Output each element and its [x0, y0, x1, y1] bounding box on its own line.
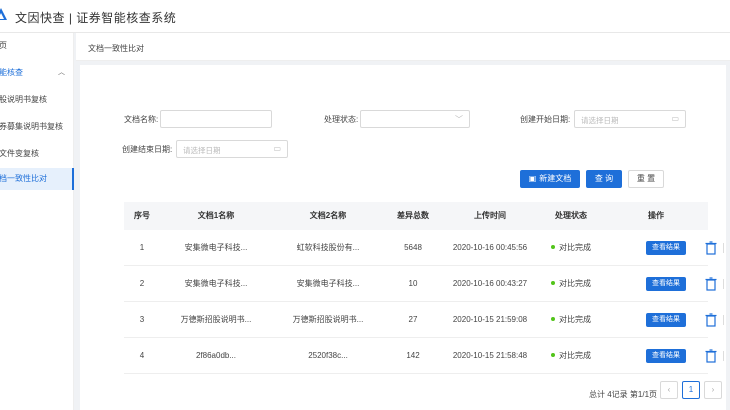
cell-diff: 142: [406, 351, 420, 360]
cell-diff: 5648: [404, 243, 422, 252]
view-result-button[interactable]: 查看结果: [646, 277, 686, 291]
reset-button[interactable]: 重 置: [628, 170, 664, 188]
cell-doc2: 万德斯招股说明书...: [292, 315, 364, 324]
status-select[interactable]: ﹀: [360, 110, 470, 128]
sidebar-item-label: 文件变复核: [0, 149, 39, 158]
cell-status: 对比完成: [538, 266, 604, 302]
prev-page-button[interactable]: ‹: [660, 381, 678, 399]
end-date-picker[interactable]: 请选择日期 ▭: [176, 140, 288, 158]
cell-doc2: 2520f38c...: [308, 351, 348, 360]
start-date-label: 创建开始日期:: [520, 115, 571, 124]
trash-icon[interactable]: [704, 240, 718, 256]
trash-icon[interactable]: [704, 276, 718, 292]
cell-status: 对比完成: [538, 338, 604, 374]
cell-status: 对比完成: [538, 230, 604, 266]
action-divider: [723, 243, 724, 253]
sidebar-group-label: 能核查: [0, 68, 23, 77]
app-header: 文因快查 | 证券智能核查系统: [0, 0, 730, 33]
table-row: 1 安集微电子科技... 虹软科技股份有... 5648 2020-10-16 …: [124, 230, 724, 266]
sidebar-item-prospectus-review[interactable]: 股说明书复核: [0, 89, 74, 111]
view-result-button[interactable]: 查看结果: [646, 349, 686, 363]
table-row: 4 2f86a0db... 2520f38c... 142 2020-10-15…: [124, 338, 724, 374]
status-text: 对比完成: [559, 315, 591, 324]
app-logo-icon: [0, 8, 7, 20]
cell-doc1: 万德斯招股说明书...: [180, 315, 252, 324]
end-date-placeholder: 请选择日期: [183, 146, 221, 155]
calendar-icon: ▭: [671, 114, 679, 123]
cell-doc2: 虹软科技股份有...: [296, 243, 360, 252]
end-date-label: 创建结束日期:: [122, 145, 173, 154]
status-dot-icon: [551, 280, 555, 285]
status-label: 处理状态:: [324, 115, 359, 124]
breadcrumb: 文档一致性比对: [88, 44, 144, 53]
cell-doc1: 安集微电子科技...: [184, 243, 248, 252]
sidebar-item-label: 档一致性比对: [0, 174, 47, 183]
action-divider: [723, 351, 724, 361]
start-date-placeholder: 请选择日期: [581, 116, 619, 125]
sidebar-item-label: 券募集说明书复核: [0, 122, 63, 131]
doc-name-input[interactable]: [160, 110, 272, 128]
cell-no: 3: [139, 315, 145, 324]
view-result-button[interactable]: 查看结果: [646, 241, 686, 255]
status-dot-icon: [551, 316, 555, 321]
app-title: 文因快查 | 证券智能核查系统: [15, 11, 177, 25]
col-diff: 差异总数: [397, 211, 429, 220]
cell-doc1: 安集微电子科技...: [184, 279, 248, 288]
col-doc2: 文档2名称: [309, 211, 347, 220]
trash-icon[interactable]: [704, 348, 718, 364]
table-row: 3 万德斯招股说明书... 万德斯招股说明书... 27 2020-10-15 …: [124, 302, 724, 338]
page-1-button[interactable]: 1: [682, 381, 700, 399]
col-no: 序号: [134, 211, 150, 220]
next-page-button[interactable]: ›: [704, 381, 722, 399]
breadcrumb-bar: 文档一致性比对: [76, 33, 730, 61]
sidebar-item-home[interactable]: 页: [0, 35, 74, 57]
cell-doc2: 安集微电子科技...: [296, 279, 360, 288]
table-header: 序号 文档1名称 文档2名称 差异总数 上传时间 处理状态 操作: [124, 202, 708, 230]
sidebar-item-file-change-review[interactable]: 文件变复核: [0, 143, 74, 165]
action-divider: [723, 315, 724, 325]
trash-icon[interactable]: [704, 312, 718, 328]
col-time: 上传时间: [474, 211, 506, 220]
new-doc-button-label: 新建文档: [539, 174, 572, 183]
doc-name-label: 文档名称:: [124, 115, 159, 124]
status-dot-icon: [551, 352, 555, 357]
start-date-picker[interactable]: 请选择日期 ▭: [574, 110, 686, 128]
sidebar-group-smart-check[interactable]: 能核查 ︿: [0, 62, 74, 84]
status-text: 对比完成: [559, 243, 591, 252]
cell-status: 对比完成: [538, 302, 604, 338]
chevron-down-icon: ﹀: [455, 115, 463, 124]
cell-time: 2020-10-15 21:58:48: [452, 351, 528, 360]
cell-no: 2: [139, 279, 145, 288]
col-status: 处理状态: [555, 211, 587, 220]
view-result-button[interactable]: 查看结果: [646, 313, 686, 327]
cell-diff: 10: [408, 279, 418, 288]
cell-no: 4: [139, 351, 145, 360]
main-content: 文档一致性比对 文档名称: 处理状态: ﹀ 创建开始日期: 请选择日期 ▭ 创建…: [76, 33, 730, 410]
status-dot-icon: [551, 244, 555, 249]
table-row: 2 安集微电子科技... 安集微电子科技... 10 2020-10-16 00…: [124, 266, 724, 302]
cell-no: 1: [139, 243, 145, 252]
cell-time: 2020-10-16 00:45:56: [452, 243, 528, 252]
content-card: 文档名称: 处理状态: ﹀ 创建开始日期: 请选择日期 ▭ 创建结束日期: 请选…: [80, 65, 726, 410]
pagination-summary: 总计 4记录 第1/1页: [589, 390, 658, 399]
col-actions: 操作: [648, 211, 664, 220]
new-doc-button[interactable]: ▣ 新建文档: [520, 170, 580, 188]
cell-time: 2020-10-15 21:59:08: [452, 315, 528, 324]
action-divider: [723, 279, 724, 289]
sidebar-item-label: 股说明书复核: [0, 95, 47, 104]
search-button[interactable]: 查 询: [586, 170, 622, 188]
cell-diff: 27: [408, 315, 418, 324]
sidebar-item-bond-prospectus-review[interactable]: 券募集说明书复核: [0, 116, 74, 138]
status-text: 对比完成: [559, 279, 591, 288]
sidebar-item-doc-compare[interactable]: 档一致性比对: [0, 168, 74, 190]
col-doc1: 文档1名称: [197, 211, 235, 220]
sidebar-item-label: 页: [0, 41, 7, 50]
calendar-icon: ▭: [273, 144, 281, 153]
file-add-icon: ▣: [528, 174, 537, 183]
status-text: 对比完成: [559, 351, 591, 360]
cell-doc1: 2f86a0db...: [195, 351, 237, 360]
sidebar: 页 能核查 ︿ 股说明书复核 券募集说明书复核 文件变复核 档一致性比对: [0, 33, 74, 410]
chevron-up-icon: ︿: [58, 69, 65, 76]
cell-time: 2020-10-16 00:43:27: [452, 279, 528, 288]
